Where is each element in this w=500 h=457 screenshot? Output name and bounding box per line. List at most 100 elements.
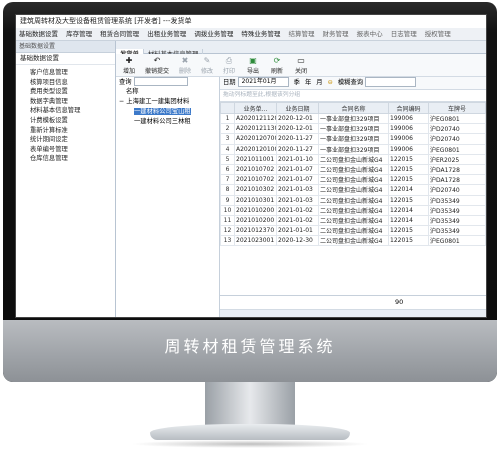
plus-icon: ✚ bbox=[125, 56, 133, 65]
print-button[interactable]: ⎙ 打印 bbox=[218, 55, 240, 75]
table-row[interactable]: 7 2021010702 2021-01-07 二公司盘扣金山新城G4 122015 沪D… bbox=[220, 174, 486, 186]
quarter-option[interactable]: 季 bbox=[291, 79, 300, 86]
table-cell: A2020121120 bbox=[234, 112, 277, 125]
menu-item[interactable]: 租赁合同管理 bbox=[97, 28, 142, 40]
table-cell: 沪D20740 bbox=[428, 133, 486, 145]
export-button[interactable]: ▣ 导出 bbox=[242, 55, 264, 75]
app-screen: 建筑周转材及大型设备租赁管理系统 [开发者] ---发货单 基础数据设置 库存管… bbox=[15, 14, 487, 318]
row-number: 5 bbox=[220, 153, 235, 165]
table-row[interactable]: 9 2021010301 2021-01-03 二公司盘扣金山新城G4 122015 沪D… bbox=[220, 194, 486, 206]
table-cell: 沪D20740 bbox=[428, 123, 486, 135]
menu-item[interactable]: 日志管理 bbox=[388, 28, 420, 40]
add-button[interactable]: ✚ 增加 bbox=[118, 55, 140, 75]
nav-item[interactable]: 表单编号管理 bbox=[16, 145, 115, 155]
close-icon: ▭ bbox=[297, 56, 305, 65]
table-row[interactable]: 8 2021010302 2021-01-03 二公司盘扣金山新城G4 122014 沪D… bbox=[220, 184, 486, 196]
nav-item[interactable]: 仓库信息管理 bbox=[16, 154, 115, 164]
menu-item[interactable]: 特殊业务管理 bbox=[238, 28, 283, 40]
undo-icon: ↶ bbox=[153, 56, 161, 65]
tree-node-selected[interactable]: 一建材料公司宝山租 bbox=[134, 108, 191, 115]
column-header[interactable] bbox=[220, 102, 235, 114]
refresh-button[interactable]: ⟳ 刷新 bbox=[266, 55, 288, 75]
table-cell: 2021-01-07 bbox=[276, 174, 319, 186]
year-option[interactable]: 年 bbox=[302, 79, 311, 86]
table-cell: 2021010702 bbox=[234, 174, 277, 186]
table-cell: 沪EG0801 bbox=[428, 112, 486, 125]
menu-item[interactable]: 调拨业务管理 bbox=[191, 28, 236, 40]
menu-item[interactable]: 库存管理 bbox=[63, 28, 95, 40]
column-header[interactable]: 业务单... bbox=[234, 102, 277, 114]
group-by-hint: 拖动列标题至此,根据该列分组 bbox=[220, 90, 486, 102]
table-cell: 2021-01-03 bbox=[276, 194, 319, 206]
table-row[interactable]: 3 A2020120700 2020-11-27 一事业部盘扣329项目 199006 沪… bbox=[220, 133, 486, 145]
column-header[interactable]: 合同名称 bbox=[318, 102, 389, 114]
table-cell: 沪EG0801 bbox=[428, 143, 486, 155]
delete-button[interactable]: ✖ 删除 bbox=[174, 55, 196, 75]
menu-item[interactable]: 结算管理 bbox=[285, 28, 317, 40]
table-row[interactable]: 4 A2020120100 2020-11-27 一事业部盘扣329项目 199006 沪… bbox=[220, 143, 486, 155]
month-option[interactable]: 月 bbox=[313, 79, 322, 86]
table-cell: 122014 bbox=[388, 204, 429, 216]
row-number: 2 bbox=[220, 123, 235, 135]
row-number: 4 bbox=[220, 143, 235, 155]
table-row[interactable]: 5 2021011001 2021-01-10 二公司盘扣金山新城G4 122015 沪E… bbox=[220, 153, 486, 165]
edit-button[interactable]: ✎ 修改 bbox=[196, 55, 218, 75]
table-cell: 2021010200 bbox=[234, 214, 277, 227]
menu-item[interactable]: 财务管理 bbox=[320, 28, 352, 40]
period-toggle-icon[interactable]: ⊖ bbox=[325, 79, 333, 86]
print-icon: ⎙ bbox=[225, 56, 233, 65]
table-row[interactable]: 13 2021023001 2020-12-30 二公司盘扣金山新城G4 122015 沪… bbox=[220, 235, 486, 247]
table-cell: 一事业部盘扣329项目 bbox=[318, 123, 389, 135]
table-row[interactable]: 2 A2020121130 2020-12-01 一事业部盘扣329项目 199006 沪… bbox=[220, 123, 486, 135]
table-cell: 2021-01-02 bbox=[276, 204, 319, 216]
table-row[interactable]: 11 2021010200 2021-01-02 二公司盘扣金山新城G4 122014 沪… bbox=[220, 214, 486, 227]
column-header[interactable]: 合同编码 bbox=[388, 102, 429, 114]
withdraw-submit-button[interactable]: ↶ 撤销提交 bbox=[142, 55, 172, 75]
table-cell: 199006 bbox=[388, 123, 429, 135]
delivery-table: 业务单... 业务日期 合同名称 合同编码 车牌号 1 A2020121120 20… bbox=[220, 102, 486, 247]
menu-item[interactable]: 授权管理 bbox=[422, 28, 454, 40]
table-row[interactable]: 10 2021010200 2021-01-02 二公司盘扣金山新城G4 122014 沪… bbox=[220, 204, 486, 216]
month-picker[interactable]: 2021年01月 bbox=[237, 77, 289, 87]
nav-item[interactable]: 核算项目信息 bbox=[16, 78, 115, 88]
table-cell: 2021-01-02 bbox=[276, 214, 319, 227]
table-row[interactable]: 6 2021010702 2021-01-07 二公司盘扣金山新城G4 122015 沪D… bbox=[220, 163, 486, 176]
menu-item[interactable]: 基础数据设置 bbox=[16, 28, 61, 40]
table-cell: 2021012370 bbox=[234, 225, 277, 237]
table-cell: 2021-01-03 bbox=[276, 184, 319, 196]
nav-item[interactable]: 客户信息管理 bbox=[16, 68, 115, 78]
nav-item[interactable]: 重新计算标准 bbox=[16, 126, 115, 136]
table-cell: 一事业部盘扣329项目 bbox=[318, 133, 389, 145]
menu-item[interactable]: 出租业务管理 bbox=[144, 28, 189, 40]
table-cell: 沪D35349 bbox=[428, 204, 486, 216]
column-header[interactable]: 业务日期 bbox=[276, 102, 319, 114]
table-row[interactable]: 1 A2020121120 2020-12-01 一事业部盘扣329项目 199006 沪… bbox=[220, 112, 486, 125]
table-cell: 二公司盘扣金山新城G4 bbox=[318, 225, 389, 237]
tree-node[interactable]: − 上海建工一建集团材料 bbox=[116, 97, 219, 107]
table-cell: 沪DA1728 bbox=[428, 163, 486, 176]
menu-item[interactable]: 报表中心 bbox=[354, 28, 386, 40]
nav-item[interactable]: 数据字典管理 bbox=[16, 97, 115, 107]
table-cell: 2020-11-27 bbox=[276, 143, 319, 155]
collapse-icon: − bbox=[119, 98, 125, 105]
fuzzy-search-input[interactable] bbox=[365, 77, 417, 87]
close-button[interactable]: ▭ 关闭 bbox=[290, 55, 312, 75]
table-cell: 沪DA1728 bbox=[428, 174, 486, 186]
total-count: 90 bbox=[395, 298, 404, 306]
nav-item[interactable]: 材料基本信息管理 bbox=[16, 106, 115, 116]
nav-item[interactable]: 统计期间设定 bbox=[16, 135, 115, 145]
nav-item[interactable]: 费用类型设置 bbox=[16, 87, 115, 97]
left-panel-group[interactable]: 基础数据设置 bbox=[16, 53, 115, 65]
nav-item[interactable]: 计费模板设置 bbox=[16, 116, 115, 126]
table-cell: A2020120100 bbox=[234, 143, 277, 155]
column-header[interactable]: 车牌号 bbox=[428, 102, 486, 114]
edit-icon: ✎ bbox=[203, 56, 211, 65]
tree-search-input[interactable] bbox=[133, 77, 188, 86]
table-row[interactable]: 12 2021012370 2021-01-01 二公司盘扣金山新城G4 122015 沪… bbox=[220, 225, 486, 237]
tree-node[interactable]: 一建材料公司三林租 bbox=[116, 117, 219, 127]
tree-name-header: 名称 bbox=[126, 88, 139, 95]
row-number: 11 bbox=[220, 214, 235, 227]
table-cell: 二公司盘扣金山新城G4 bbox=[318, 235, 389, 247]
horizontal-scrollbar[interactable] bbox=[220, 309, 486, 317]
refresh-icon: ⟳ bbox=[273, 56, 281, 65]
